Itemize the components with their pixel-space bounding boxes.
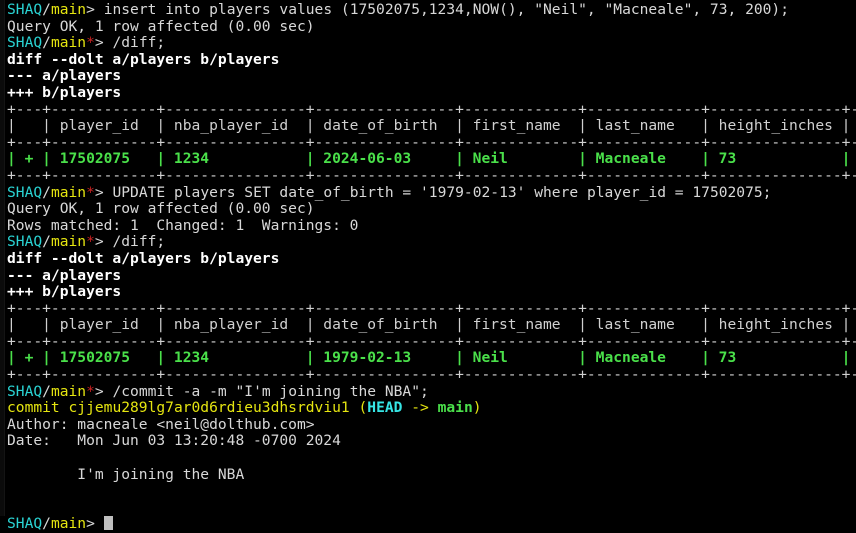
prompt-slash: / <box>42 1 51 18</box>
table-separator: +---+------------+----------------+-----… <box>7 167 856 184</box>
table-header-row: | | player_id | nba_player_id | date_of_… <box>7 316 856 333</box>
table-header-row: | | player_id | nba_player_id | date_of_… <box>7 117 856 134</box>
output-query-ok-2: Query OK, 1 row affected (0.00 sec) <box>7 200 315 217</box>
terminal-line-rows-matched: Rows matched: 1 Changed: 1 Warnings: 0 <box>7 218 856 235</box>
prompt-branch: main <box>51 383 86 400</box>
command-insert-text: insert into players values (17502075,123… <box>104 1 789 18</box>
commit-message: I'm joining the NBA <box>7 466 244 483</box>
terminal-line-command-commit: SHAQ/main*> /commit -a -m "I'm joining t… <box>7 384 856 401</box>
commit-ref-branch: main <box>438 399 473 416</box>
terminal-window[interactable]: SHAQ/main> insert into players values (1… <box>0 0 856 516</box>
table-separator: +---+------------+----------------+-----… <box>7 366 856 383</box>
terminal-line-diff-minus-2: --- a/players <box>7 268 856 285</box>
terminal-line-table-separator: +---+------------+----------------+-----… <box>7 334 856 351</box>
terminal-line-diff-minus-1: --- a/players <box>7 68 856 85</box>
terminal-line-command-diff-1: SHAQ/main*> /diff; <box>7 35 856 52</box>
terminal-line-table-separator: +---+------------+----------------+-----… <box>7 367 856 384</box>
prompt-db: SHAQ <box>7 383 42 400</box>
prompt-branch: main <box>51 233 86 250</box>
prompt-branch: main <box>51 34 86 51</box>
prompt-db: SHAQ <box>7 233 42 250</box>
prompt-slash: / <box>42 184 51 201</box>
table-row-added-2: | + | 17502075 | 1234 | 1979-02-13 | Nei… <box>7 349 856 366</box>
command-diff-1-text: /diff; <box>112 34 165 51</box>
prompt-dirty-marker: * <box>86 233 95 250</box>
diff-header-1: diff --dolt a/players b/players <box>7 51 279 68</box>
table-separator: +---+------------+----------------+-----… <box>7 333 856 350</box>
diff-minus-1: --- a/players <box>7 67 121 84</box>
terminal-line-diff-plus-1: +++ b/players <box>7 85 856 102</box>
prompt-slash: / <box>42 383 51 400</box>
terminal-blank-line <box>7 450 856 467</box>
terminal-line-table-header-1: | | player_id | nba_player_id | date_of_… <box>7 118 856 135</box>
prompt-dirty-marker: * <box>86 184 95 201</box>
terminal-line-diff-plus-2: +++ b/players <box>7 284 856 301</box>
prompt-db: SHAQ <box>7 1 42 18</box>
prompt-dirty-marker: * <box>86 34 95 51</box>
prompt-db: SHAQ <box>7 515 42 532</box>
commit-author: Author: macneale <neil@dolthub.com> <box>7 416 315 433</box>
table-row-added-1: | + | 17502075 | 1234 | 2024-06-03 | Nei… <box>7 150 856 167</box>
terminal-line-active-prompt[interactable]: SHAQ/main> <box>7 516 856 533</box>
terminal-blank-line <box>7 483 856 500</box>
table-separator: +---+------------+----------------+-----… <box>7 101 856 118</box>
prompt-slash: / <box>42 34 51 51</box>
terminal-line-command-insert: SHAQ/main> insert into players values (1… <box>7 2 856 19</box>
terminal-line-diff-header-2: diff --dolt a/players b/players <box>7 251 856 268</box>
commit-hash: cjjemu289lg7ar0d6rdieu3dhsrdviu1 <box>69 399 350 416</box>
terminal-line-command-update: SHAQ/main*> UPDATE players SET date_of_b… <box>7 185 856 202</box>
commit-ref-head: HEAD <box>367 399 402 416</box>
terminal-line-command-diff-2: SHAQ/main*> /diff; <box>7 234 856 251</box>
text-cursor[interactable] <box>104 516 113 530</box>
output-query-ok-1: Query OK, 1 row affected (0.00 sec) <box>7 18 315 35</box>
table-row: | + | 17502075 | 1234 | 2024-06-03 | Nei… <box>7 151 856 168</box>
terminal-line-commit-hash: commit cjjemu289lg7ar0d6rdieu3dhsrdviu1 … <box>7 400 856 417</box>
diff-header-2: diff --dolt a/players b/players <box>7 250 279 267</box>
terminal-line-table-separator: +---+------------+----------------+-----… <box>7 301 856 318</box>
commit-label: commit <box>7 399 60 416</box>
commit-ref-close-paren: ) <box>473 399 482 416</box>
terminal-line-table-separator: +---+------------+----------------+-----… <box>7 168 856 185</box>
prompt-suffix: > <box>86 515 104 532</box>
prompt-dirty-marker: * <box>86 383 95 400</box>
commit-space <box>60 399 69 416</box>
prompt-branch: main <box>51 515 86 532</box>
command-update-text: UPDATE players SET date_of_birth = '1979… <box>112 184 771 201</box>
prompt-suffix: > <box>86 1 104 18</box>
table-row: | + | 17502075 | 1234 | 1979-02-13 | Nei… <box>7 350 856 367</box>
diff-plus-2: +++ b/players <box>7 283 121 300</box>
prompt-slash: / <box>42 233 51 250</box>
command-diff-2-text: /diff; <box>112 233 165 250</box>
terminal-line-table-separator: +---+------------+----------------+-----… <box>7 135 856 152</box>
diff-minus-2: --- a/players <box>7 267 121 284</box>
prompt-db: SHAQ <box>7 34 42 51</box>
output-rows-matched: Rows matched: 1 Changed: 1 Warnings: 0 <box>7 217 358 234</box>
prompt-suffix: > <box>95 383 113 400</box>
prompt-suffix: > <box>95 233 113 250</box>
commit-ref-arrow: -> <box>402 399 437 416</box>
command-commit-text: /commit -a -m "I'm joining the NBA"; <box>112 383 428 400</box>
terminal-line-query-ok-2: Query OK, 1 row affected (0.00 sec) <box>7 201 856 218</box>
prompt-suffix: > <box>95 184 113 201</box>
terminal-line-table-separator: +---+------------+----------------+-----… <box>7 102 856 119</box>
diff-plus-1: +++ b/players <box>7 84 121 101</box>
terminal-line-commit-date: Date: Mon Jun 03 13:20:48 -0700 2024 <box>7 433 856 450</box>
terminal-line-query-ok-1: Query OK, 1 row affected (0.00 sec) <box>7 19 856 36</box>
prompt-slash: / <box>42 515 51 532</box>
prompt-suffix: > <box>95 34 113 51</box>
commit-ref-open-paren: ( <box>358 399 367 416</box>
table-separator: +---+------------+----------------+-----… <box>7 300 856 317</box>
terminal-line-diff-header-1: diff --dolt a/players b/players <box>7 52 856 69</box>
prompt-branch: main <box>51 1 86 18</box>
terminal-left-edge-strip <box>0 0 5 516</box>
prompt-branch: main <box>51 184 86 201</box>
terminal-line-commit-message: I'm joining the NBA <box>7 467 856 484</box>
prompt-db: SHAQ <box>7 184 42 201</box>
terminal-blank-line <box>7 500 856 517</box>
commit-date: Date: Mon Jun 03 13:20:48 -0700 2024 <box>7 432 341 449</box>
terminal-line-table-header-2: | | player_id | nba_player_id | date_of_… <box>7 317 856 334</box>
terminal-line-commit-author: Author: macneale <neil@dolthub.com> <box>7 417 856 434</box>
table-separator: +---+------------+----------------+-----… <box>7 134 856 151</box>
